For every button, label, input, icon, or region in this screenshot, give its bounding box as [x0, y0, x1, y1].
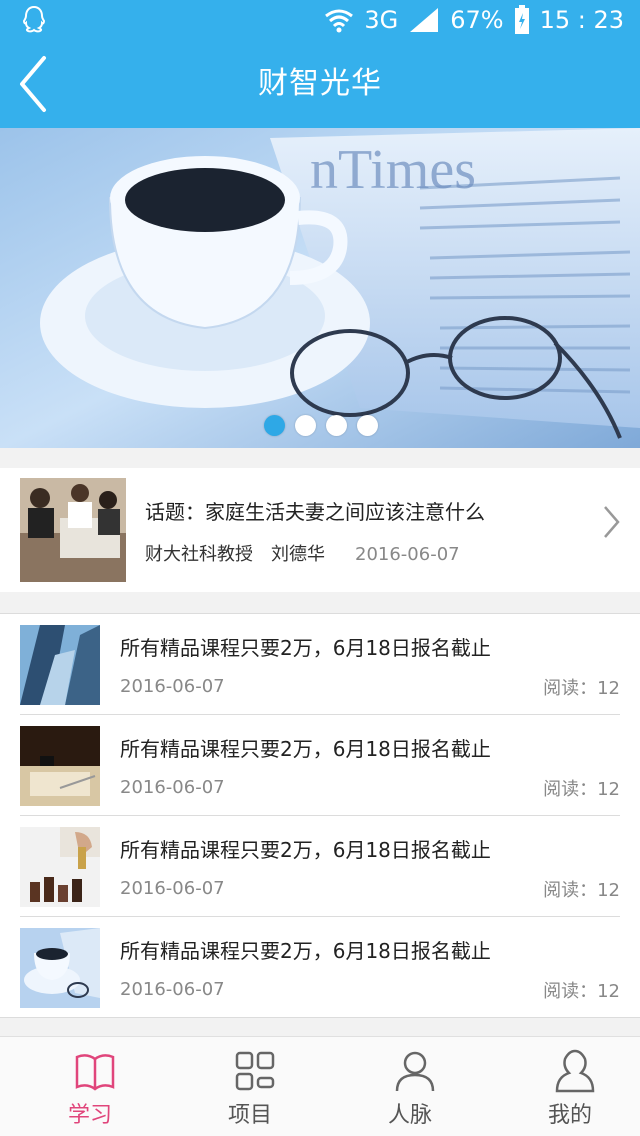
page-title: 财智光华	[258, 66, 382, 101]
topic-card[interactable]: 话题：家庭生活夫妻之间应该注意什么 财大社科教授 刘德华 2016-06-07	[0, 468, 640, 592]
tab-label: 我的	[547, 1103, 592, 1128]
grid-icon	[235, 1051, 275, 1091]
banner-carousel[interactable]: nTimes	[0, 128, 640, 448]
tab-study[interactable]: 学习	[20, 1037, 160, 1136]
signal-icon	[410, 8, 439, 32]
qq-icon	[22, 5, 46, 33]
battery-level: 67%	[450, 6, 504, 34]
item-title: 所有精品课程只要2万，6月18日报名截止	[120, 838, 491, 862]
tab-label: 人脉	[387, 1103, 432, 1128]
item-title: 所有精品课程只要2万，6月18日报名截止	[120, 636, 491, 660]
list-item[interactable]: 所有精品课程只要2万，6月18日报名截止 2016-06-07 阅读：12	[20, 917, 620, 1018]
tab-mine[interactable]: 我的	[500, 1037, 640, 1136]
tab-projects[interactable]: 项目	[180, 1037, 320, 1136]
chevron-right-icon	[604, 506, 620, 538]
topic-title: 话题：家庭生活夫妻之间应该注意什么	[145, 500, 485, 524]
carousel-dot[interactable]	[295, 415, 316, 436]
tab-network[interactable]: 人脉	[340, 1037, 480, 1136]
tab-bar: 学习 项目 人脉 我的	[0, 1036, 640, 1136]
carousel-indicators	[264, 415, 378, 436]
item-read-count: 阅读：12	[543, 981, 620, 1002]
item-read-count: 阅读：12	[543, 880, 620, 901]
banner-image: nTimes	[0, 128, 640, 448]
nav-bar: 财智光华	[0, 40, 640, 128]
network-type: 3G	[364, 6, 399, 34]
battery-icon	[514, 5, 529, 34]
carousel-dot[interactable]	[264, 415, 285, 436]
carousel-dot[interactable]	[326, 415, 347, 436]
author-name: 刘德华	[271, 544, 325, 565]
wifi-icon	[325, 9, 354, 33]
tab-label: 项目	[227, 1103, 272, 1128]
list-item[interactable]: 所有精品课程只要2万，6月18日报名截止 2016-06-07 阅读：12	[20, 614, 620, 715]
person-icon	[395, 1051, 435, 1092]
status-indicators: 3G 67% 15 : 23	[324, 2, 624, 38]
carousel-dot[interactable]	[357, 415, 378, 436]
svg-text:nTimes: nTimes	[310, 139, 476, 201]
author-title: 财大社科教授	[145, 544, 253, 565]
item-thumbnail	[20, 827, 100, 907]
item-date: 2016-06-07	[120, 777, 225, 798]
item-date: 2016-06-07	[120, 979, 225, 1000]
article-list: 所有精品课程只要2万，6月18日报名截止 2016-06-07 阅读：12 所有…	[0, 613, 640, 1018]
tab-label: 学习	[67, 1103, 112, 1128]
item-title: 所有精品课程只要2万，6月18日报名截止	[120, 737, 491, 761]
status-bar: 3G 67% 15 : 23	[0, 0, 640, 40]
item-thumbnail	[20, 928, 100, 1008]
list-item[interactable]: 所有精品课程只要2万，6月18日报名截止 2016-06-07 阅读：12	[20, 715, 620, 816]
item-title: 所有精品课程只要2万，6月18日报名截止	[120, 939, 491, 963]
topic-meta: 财大社科教授 刘德华 2016-06-07	[145, 540, 460, 566]
clock: 15 : 23	[539, 6, 624, 34]
user-icon	[555, 1049, 595, 1093]
item-date: 2016-06-07	[120, 676, 225, 697]
item-read-count: 阅读：12	[543, 779, 620, 800]
item-read-count: 阅读：12	[543, 678, 620, 699]
top-bar: 3G 67% 15 : 23 财智光华	[0, 0, 640, 128]
list-item[interactable]: 所有精品课程只要2万，6月18日报名截止 2016-06-07 阅读：12	[20, 816, 620, 917]
item-date: 2016-06-07	[120, 878, 225, 899]
book-icon	[75, 1054, 115, 1091]
item-thumbnail	[20, 726, 100, 806]
topic-date: 2016-06-07	[355, 544, 460, 565]
topic-thumbnail	[20, 478, 126, 582]
item-thumbnail	[20, 625, 100, 705]
